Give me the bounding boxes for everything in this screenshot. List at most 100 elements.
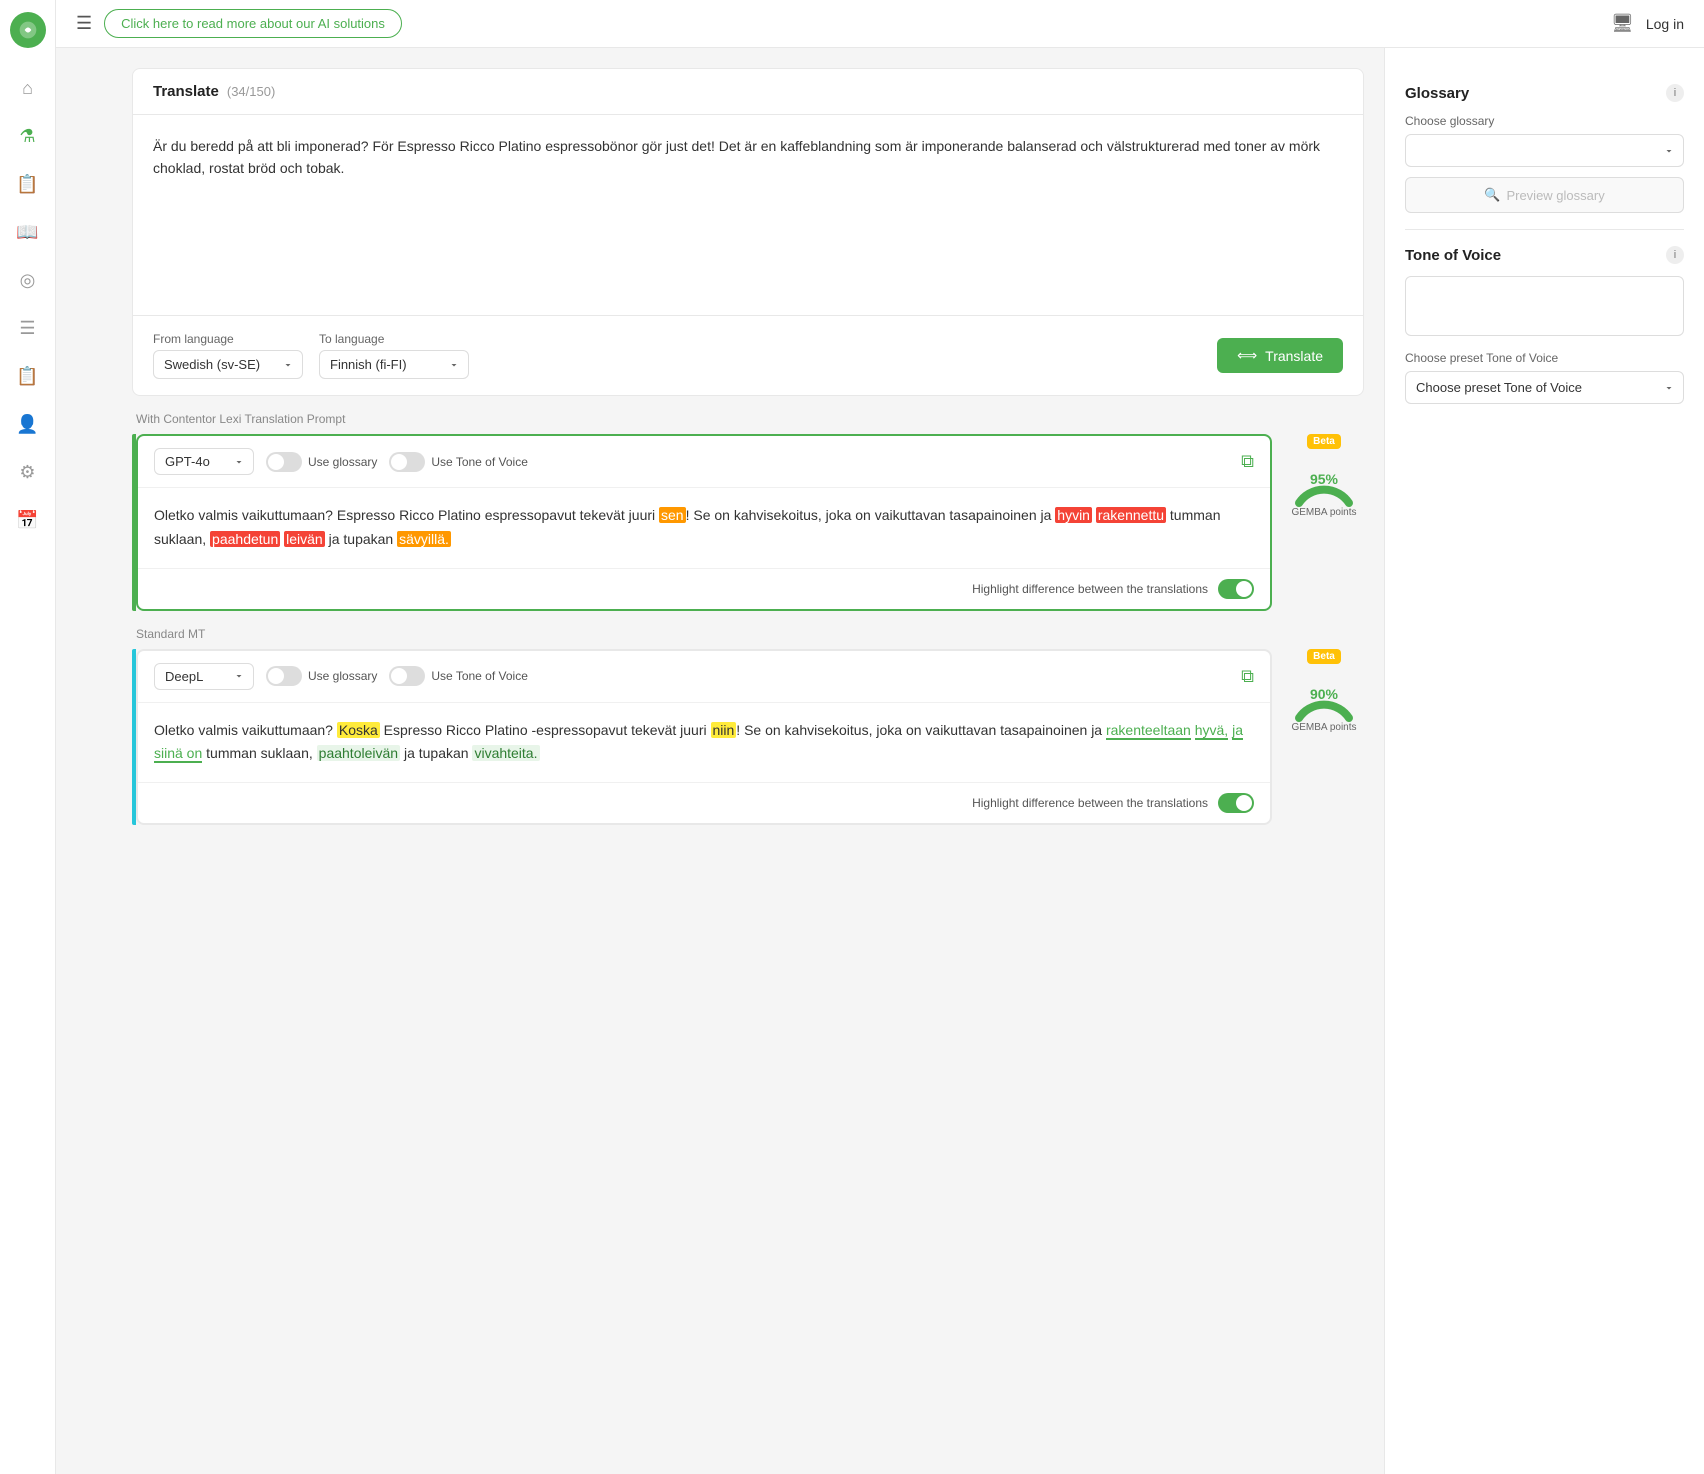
result1-highlight-hyvin: hyvin <box>1055 507 1092 523</box>
preview-glossary-button[interactable]: 🔍 Preview glossary <box>1405 177 1684 213</box>
translate-header: Translate (34/150) <box>133 69 1363 115</box>
topbar: ☰ Click here to read more about our AI s… <box>56 0 1704 48</box>
sidebar-item-user[interactable]: 👤 <box>8 404 48 444</box>
result1-footer: Highlight difference between the transla… <box>138 568 1270 609</box>
result1-tone-toggle[interactable] <box>389 452 425 472</box>
result1-text-6: ja tupakan <box>325 531 397 547</box>
translate-body: Är du beredd på att bli imponerad? För E… <box>133 115 1363 315</box>
result1-highlight-paahdetun: paahdetun <box>210 531 280 547</box>
topbar-left: ☰ Click here to read more about our AI s… <box>76 9 402 38</box>
result1-copy-button[interactable]: ⧉ <box>1241 451 1254 472</box>
tov-textarea[interactable] <box>1405 276 1684 336</box>
translate-count: (34/150) <box>227 84 275 99</box>
result1-glossary-toggle-group: Use glossary <box>266 452 377 472</box>
ai-solutions-button[interactable]: Click here to read more about our AI sol… <box>104 9 402 38</box>
to-language-group: To language Finnish (fi-FI) <box>319 332 469 379</box>
results-section-2: Standard MT DeepL Use glossary <box>132 627 1364 826</box>
result2-glossary-toggle-group: Use glossary <box>266 666 377 686</box>
result2-highlight-paahtoleivan: paahtoleivän <box>317 745 400 761</box>
translate-footer: From language Swedish (sv-SE) To languag… <box>133 315 1363 395</box>
search-icon: 🔍 <box>1484 187 1500 203</box>
result2-highlight-rakenteeltaan: rakenteeltaan <box>1106 722 1191 740</box>
result1-tone-label: Use Tone of Voice <box>431 455 528 469</box>
result2-glossary-toggle[interactable] <box>266 666 302 686</box>
translate-button[interactable]: ⟺ Translate <box>1217 338 1343 373</box>
tov-info-icon[interactable]: i <box>1666 246 1684 264</box>
result1-card: GPT-4o Use glossary Use Tone of Voice <box>136 434 1272 611</box>
sidebar-item-analytics[interactable]: ◎ <box>8 260 48 300</box>
result1-highlight-leivan: leivän <box>284 531 325 547</box>
result2-highlight-toggle[interactable] <box>1218 793 1254 813</box>
glossary-choose-label: Choose glossary <box>1405 114 1684 128</box>
tov-preset-select[interactable]: Choose preset Tone of Voice <box>1405 371 1684 404</box>
result1-wrapper: GPT-4o Use glossary Use Tone of Voice <box>132 434 1364 611</box>
translate-icon: ⟺ <box>1237 347 1257 364</box>
glossary-section-header: Glossary i <box>1405 84 1684 102</box>
sidebar-item-home[interactable]: ⌂ <box>8 68 48 108</box>
result1-highlight-diff-label: Highlight difference between the transla… <box>972 582 1208 596</box>
sidebar-item-book[interactable]: 📖 <box>8 212 48 252</box>
glossary-select[interactable] <box>1405 134 1684 167</box>
from-language-label: From language <box>153 332 303 346</box>
glossary-info-icon[interactable]: i <box>1666 84 1684 102</box>
result1-tone-toggle-group: Use Tone of Voice <box>389 452 528 472</box>
result2-text-6: tumman suklaan, <box>202 745 316 761</box>
sidebar-item-reports[interactable]: 📋 <box>8 356 48 396</box>
result2-card-container: DeepL Use glossary Use Tone of Voice <box>132 649 1272 826</box>
tov-title-text: Tone of Voice <box>1405 247 1501 264</box>
result2-model-select[interactable]: DeepL <box>154 663 254 690</box>
main-content: Translate (34/150) Är du beredd på att b… <box>112 48 1704 1474</box>
result2-header: DeepL Use glossary Use Tone of Voice <box>138 651 1270 703</box>
result2-gemba: Beta 90% GEMBA points <box>1284 649 1364 733</box>
result1-gemba-chart: 95% <box>1289 453 1359 503</box>
right-panel: Glossary i Choose glossary 🔍 Preview glo… <box>1384 48 1704 1474</box>
result1-accent-border <box>132 434 136 611</box>
result1-header: GPT-4o Use glossary Use Tone of Voice <box>138 436 1270 488</box>
sidebar-item-calendar[interactable]: 📅 <box>8 500 48 540</box>
result2-footer: Highlight difference between the transla… <box>138 782 1270 823</box>
left-panel: Translate (34/150) Är du beredd på att b… <box>112 48 1384 1474</box>
sidebar-item-documents[interactable]: 📋 <box>8 164 48 204</box>
result2-text-3: ! Se on kahvisekoitus, joka on vaikuttav… <box>736 722 1106 738</box>
result2-highlight-koska: Koska <box>337 722 380 738</box>
to-language-select[interactable]: Finnish (fi-FI) <box>319 350 469 379</box>
result1-highlight-toggle[interactable] <box>1218 579 1254 599</box>
section2-label: Standard MT <box>132 627 1364 641</box>
glossary-section: Glossary i Choose glossary 🔍 Preview glo… <box>1405 68 1684 230</box>
result2-text-7: ja tupakan <box>400 745 472 761</box>
result2-body: Oletko valmis vaikuttumaan? Koska Espres… <box>138 703 1270 783</box>
result1-gemba: Beta 95% GEMBA points <box>1284 434 1364 518</box>
result2-accent-border <box>132 649 136 826</box>
result1-body: Oletko valmis vaikuttumaan? Espresso Ric… <box>138 488 1270 568</box>
result1-model-select[interactable]: GPT-4o <box>154 448 254 475</box>
hamburger-icon[interactable]: ☰ <box>76 13 92 34</box>
result2-copy-button[interactable]: ⧉ <box>1241 666 1254 687</box>
result1-glossary-toggle[interactable] <box>266 452 302 472</box>
result2-text-1: Oletko valmis vaikuttumaan? <box>154 722 337 738</box>
result2-text-2: Espresso Ricco Platino -espressopavut te… <box>380 722 711 738</box>
from-language-group: From language Swedish (sv-SE) <box>153 332 303 379</box>
result2-tone-label: Use Tone of Voice <box>431 669 528 683</box>
result1-highlight-rakennettu: rakennettu <box>1096 507 1166 523</box>
topbar-right: 🖥 Log in <box>1611 13 1684 34</box>
result1-card-container: GPT-4o Use glossary Use Tone of Voice <box>132 434 1272 611</box>
content-area: Translate (34/150) Är du beredd på att b… <box>112 48 1704 1474</box>
glossary-title-text: Glossary <box>1405 85 1469 102</box>
result2-highlight-vivahteita: vivahteita. <box>472 745 539 761</box>
source-text: Är du beredd på att bli imponerad? För E… <box>153 135 1343 180</box>
sidebar-item-settings[interactable]: ⚙ <box>8 452 48 492</box>
sidebar-item-lab[interactable]: ⚗ <box>8 116 48 156</box>
translate-card: Translate (34/150) Är du beredd på att b… <box>132 68 1364 396</box>
result2-tone-toggle[interactable] <box>389 666 425 686</box>
result1-highlight-sen: sen <box>659 507 686 523</box>
result2-gemba-pct: 90% <box>1289 686 1359 702</box>
result2-highlight-hyva: hyvä, <box>1195 722 1228 740</box>
sidebar-item-list[interactable]: ☰ <box>8 308 48 348</box>
from-language-select[interactable]: Swedish (sv-SE) <box>153 350 303 379</box>
login-button[interactable]: Log in <box>1646 16 1684 32</box>
tov-choose-label: Choose preset Tone of Voice <box>1405 351 1684 365</box>
result1-gemba-pct: 95% <box>1289 471 1359 487</box>
result2-highlight-niin: niin <box>711 722 737 738</box>
tov-title: Tone of Voice <box>1405 247 1501 264</box>
result2-glossary-label: Use glossary <box>308 669 377 683</box>
